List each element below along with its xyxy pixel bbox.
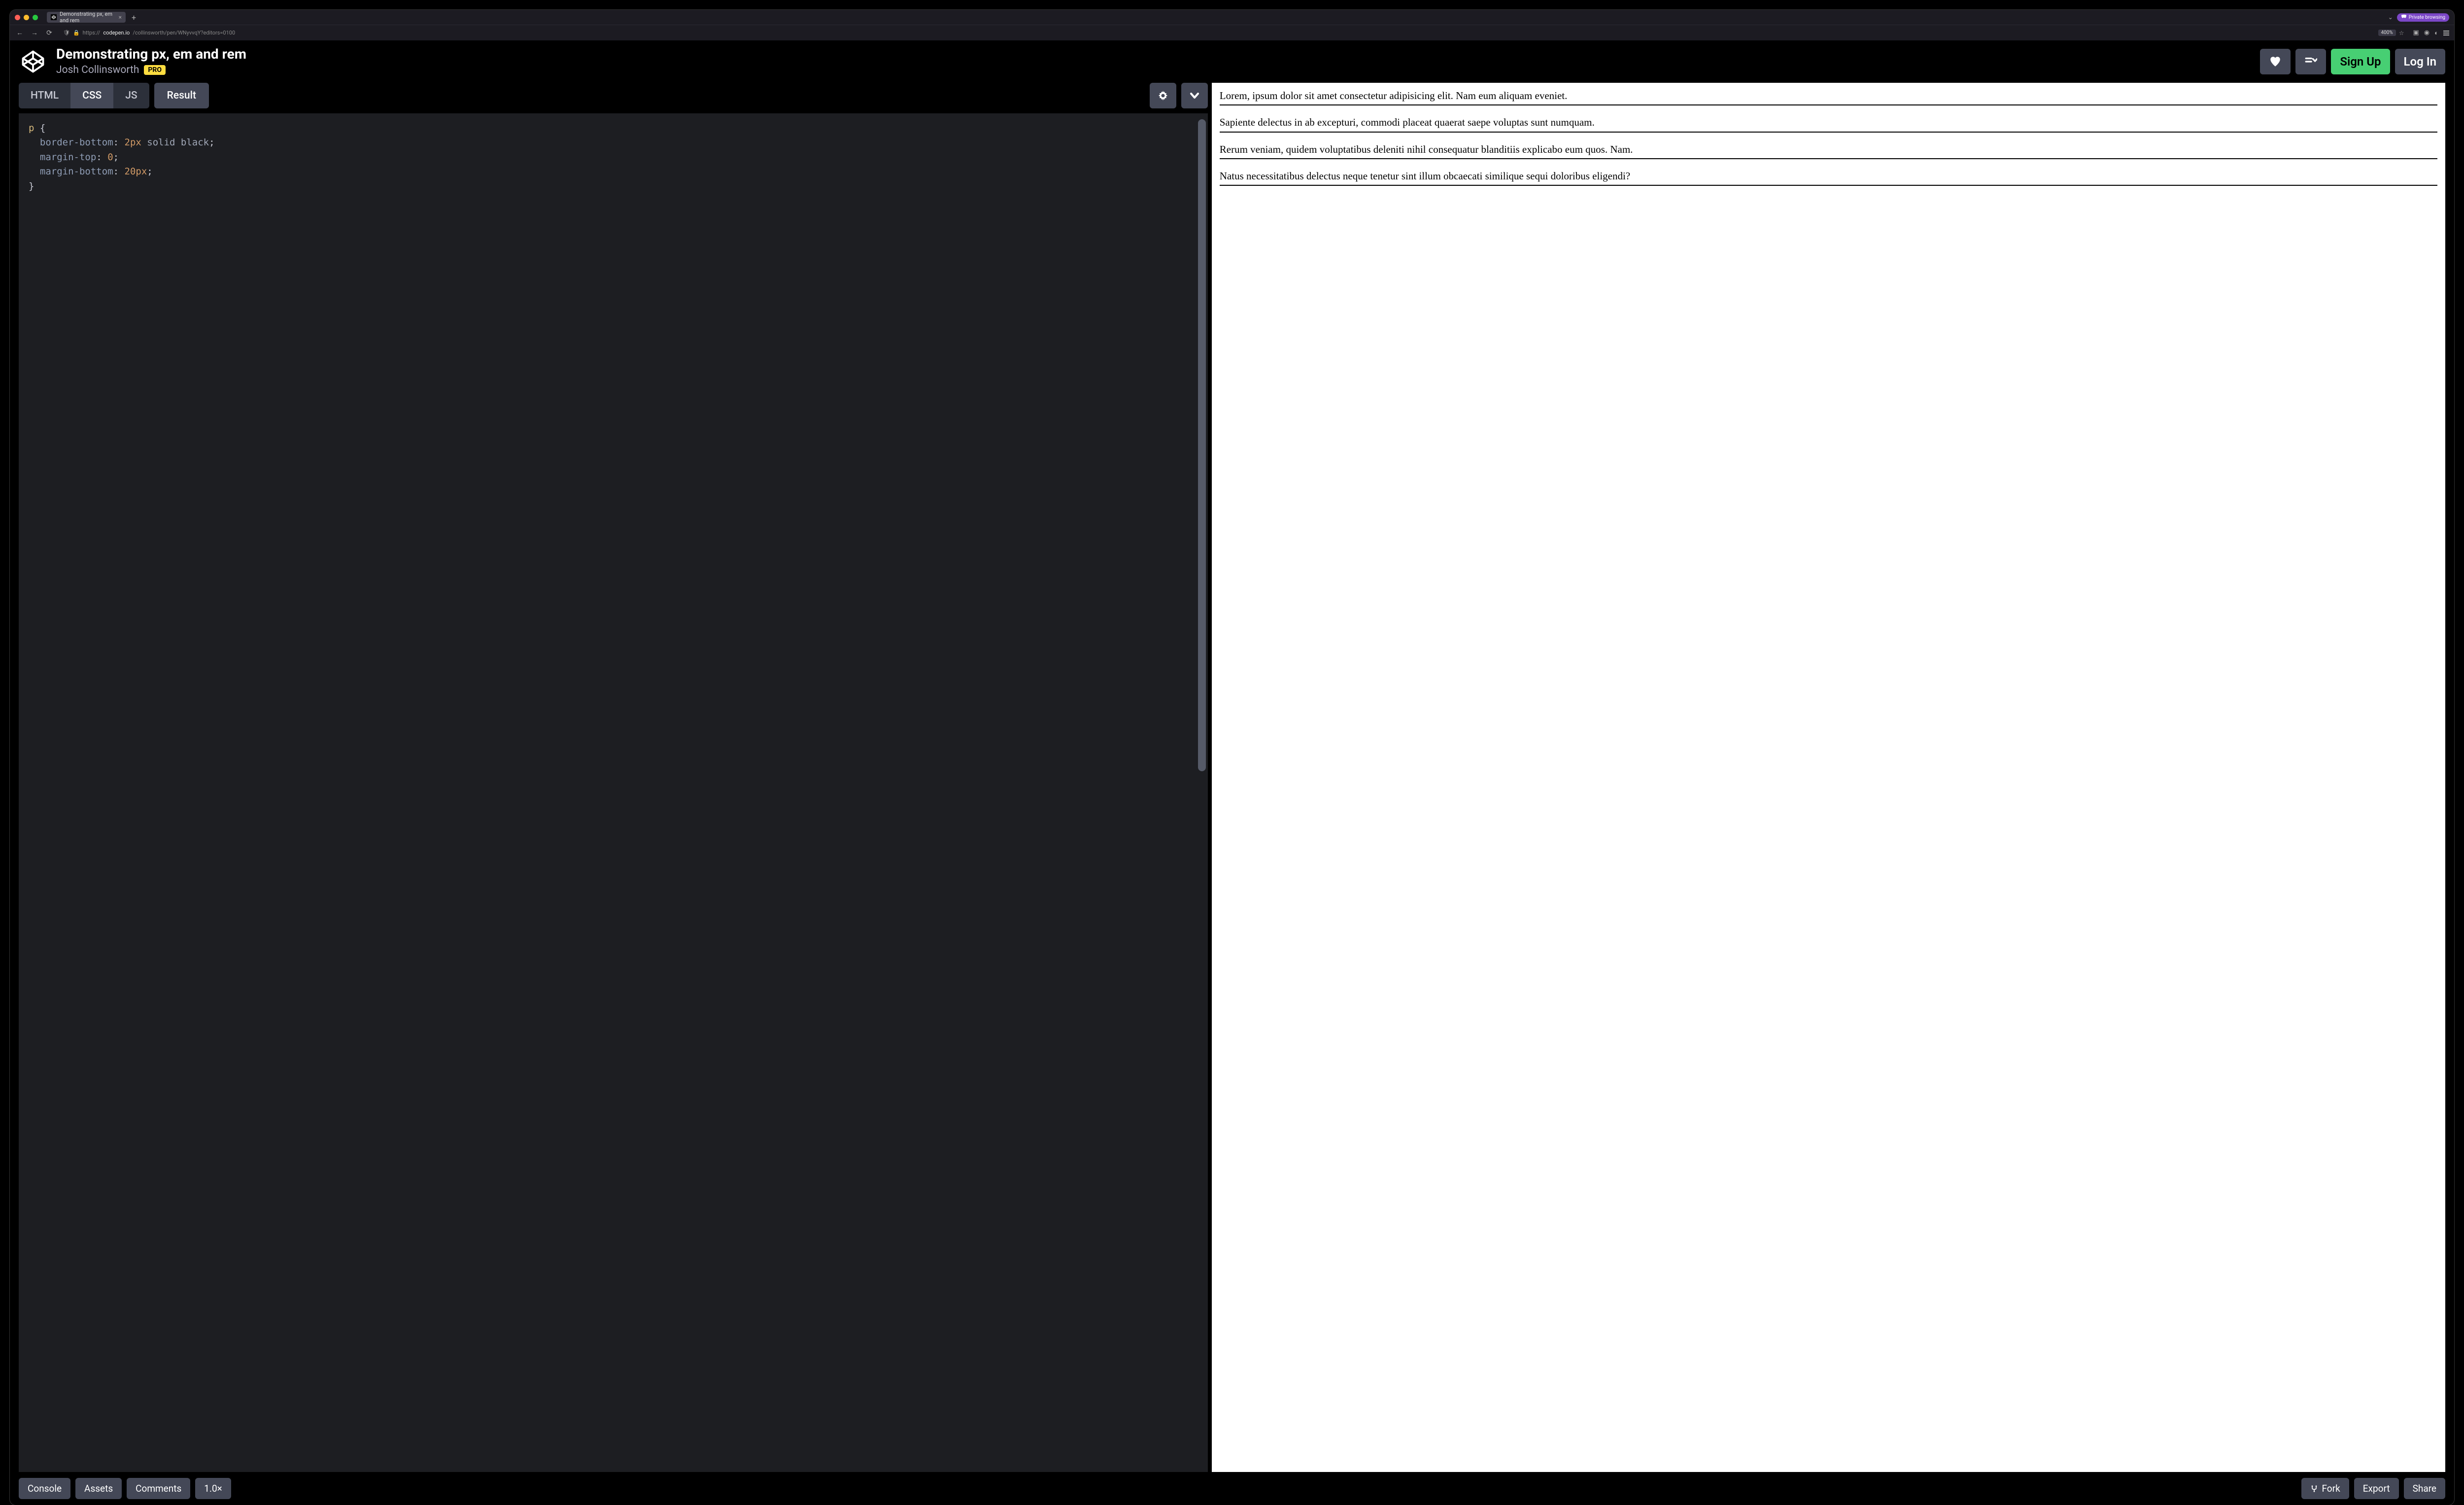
- comments-button[interactable]: Comments: [127, 1478, 190, 1499]
- forward-button[interactable]: →: [30, 29, 39, 37]
- login-button[interactable]: Log In: [2395, 49, 2445, 74]
- zoom-badge[interactable]: 400%: [2378, 30, 2396, 36]
- tab-js[interactable]: JS: [113, 83, 149, 108]
- code-value-kw: solid black: [147, 137, 209, 148]
- maximize-window-button[interactable]: [33, 15, 38, 20]
- private-browsing-label: Private browsing: [2409, 15, 2445, 20]
- code-tabs: HTML CSS JS: [19, 83, 149, 108]
- pen-title: Demonstrating px, em and rem: [56, 47, 2251, 61]
- fork-label: Fork: [2322, 1483, 2340, 1494]
- url-bar-row: ← → ⟳ 🛡︎ 🔒 https://codepen.io/collinswor…: [10, 25, 2454, 40]
- editor-scrollbar[interactable]: [1198, 119, 1206, 771]
- editor-column: HTML CSS JS Result p { border-bot: [19, 83, 1208, 1472]
- tab-css[interactable]: CSS: [70, 83, 113, 108]
- private-browsing-badge: Private browsing: [2397, 13, 2449, 22]
- hamburger-menu-icon[interactable]: [2443, 31, 2449, 35]
- code-prop: margin-top: [40, 152, 96, 163]
- pen-title-block: Demonstrating px, em and rem Josh Collin…: [56, 47, 2251, 76]
- header-actions: Sign Up Log In: [2260, 49, 2445, 74]
- back-button[interactable]: ←: [15, 29, 25, 37]
- codepen-favicon: [51, 14, 57, 20]
- layout-button[interactable]: [2295, 49, 2326, 74]
- toolbar-icons: ▣ ◉ ◐: [2413, 29, 2450, 37]
- url-domain: codepen.io: [103, 30, 130, 36]
- new-tab-button[interactable]: +: [130, 13, 138, 22]
- codepen-header: Demonstrating px, em and rem Josh Collin…: [10, 40, 2454, 83]
- preview-content: Lorem, ipsum dolor sit amet consectetur …: [1212, 83, 2445, 204]
- browser-tab[interactable]: Demonstrating px, em and rem ×: [47, 12, 126, 23]
- codepen-footer: Console Assets Comments 1.0× Fork Export…: [10, 1472, 2454, 1505]
- css-editor[interactable]: p { border-bottom: 2px solid black; marg…: [19, 113, 1208, 1472]
- url-bar[interactable]: 🛡︎ 🔒 https://codepen.io/collinsworth/pen…: [59, 30, 2408, 36]
- assets-button[interactable]: Assets: [75, 1478, 122, 1499]
- lock-icon[interactable]: 🔒: [73, 30, 80, 36]
- browser-window: Demonstrating px, em and rem × + ⌄ Priva…: [10, 10, 2454, 1505]
- settings-button[interactable]: [1150, 83, 1176, 108]
- fork-button[interactable]: Fork: [2301, 1478, 2349, 1499]
- reload-button[interactable]: ⟳: [44, 29, 54, 37]
- pen-author[interactable]: Josh Collinsworth: [56, 64, 139, 76]
- extension-icon[interactable]: ▣: [2413, 29, 2419, 36]
- window-controls: [15, 15, 38, 20]
- url-scheme: https://: [83, 30, 101, 36]
- mask-icon: [2401, 14, 2407, 21]
- preview-zoom-button[interactable]: 1.0×: [195, 1478, 231, 1499]
- main-area: HTML CSS JS Result p { border-bot: [10, 83, 2454, 1472]
- tabs-dropdown-icon[interactable]: ⌄: [2388, 14, 2393, 21]
- share-button[interactable]: Share: [2404, 1478, 2445, 1499]
- code-value: 20px: [125, 166, 147, 177]
- account-icon[interactable]: ◉: [2424, 29, 2430, 36]
- code-brace-open: {: [34, 123, 45, 134]
- love-button[interactable]: [2260, 49, 2291, 74]
- codepen-logo[interactable]: [19, 47, 47, 76]
- code-value: 2px: [125, 137, 141, 148]
- shield-icon[interactable]: 🛡︎: [63, 30, 70, 36]
- preview-paragraph: Sapiente delectus in ab excepturi, commo…: [1220, 115, 2437, 132]
- preview-paragraph: Rerum veniam, quidem voluptatibus deleni…: [1220, 142, 2437, 159]
- codepen-app: Demonstrating px, em and rem Josh Collin…: [10, 40, 2454, 1505]
- editor-tabs-row: HTML CSS JS Result: [19, 83, 1208, 108]
- pro-badge: PRO: [144, 65, 166, 75]
- bookmark-star-icon[interactable]: ☆: [2399, 30, 2404, 36]
- editor-dropdown-button[interactable]: [1181, 83, 1208, 108]
- fork-icon: [2310, 1485, 2318, 1493]
- code-selector: p: [29, 123, 34, 134]
- code-value: 0: [107, 152, 113, 163]
- tab-html[interactable]: HTML: [19, 83, 70, 108]
- extension-icon-2[interactable]: ◐: [2434, 29, 2438, 37]
- preview-paragraph: Natus necessitatibus delectus neque tene…: [1220, 169, 2437, 186]
- signup-button[interactable]: Sign Up: [2331, 49, 2390, 74]
- titlebar: Demonstrating px, em and rem × + ⌄ Priva…: [10, 10, 2454, 25]
- url-path: /collinsworth/pen/WNyvvqY?editors=0100: [133, 30, 235, 36]
- export-button[interactable]: Export: [2354, 1478, 2399, 1499]
- code-prop: margin-bottom: [40, 166, 113, 177]
- close-window-button[interactable]: [15, 15, 20, 20]
- result-pane: Lorem, ipsum dolor sit amet consectetur …: [1212, 83, 2445, 1472]
- tab-result[interactable]: Result: [154, 83, 209, 108]
- preview-paragraph: Lorem, ipsum dolor sit amet consectetur …: [1220, 89, 2437, 105]
- minimize-window-button[interactable]: [24, 15, 29, 20]
- code-brace-close: }: [29, 181, 34, 192]
- code-prop: border-bottom: [40, 137, 113, 148]
- tab-title: Demonstrating px, em and rem: [60, 11, 114, 24]
- close-tab-icon[interactable]: ×: [119, 14, 122, 21]
- console-button[interactable]: Console: [19, 1478, 70, 1499]
